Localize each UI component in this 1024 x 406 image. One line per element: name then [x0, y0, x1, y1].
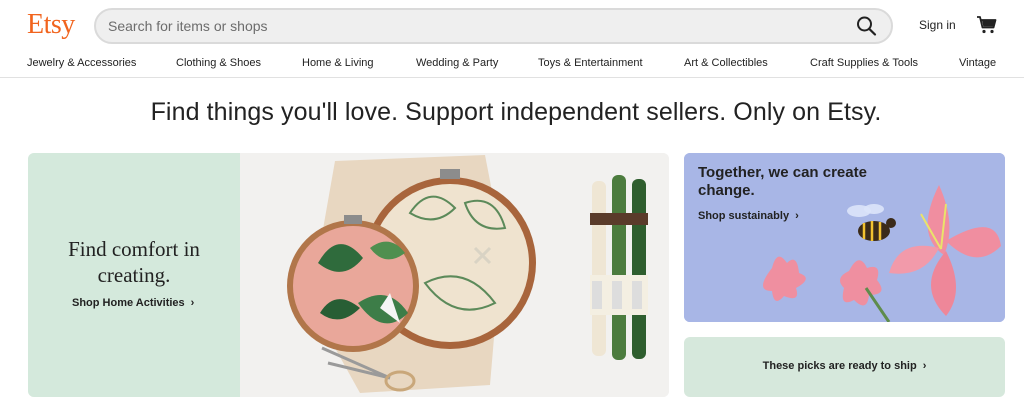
hero-card-text-panel: Find comfort in creating. Shop Home Acti… [28, 153, 240, 397]
search-input[interactable] [108, 10, 828, 42]
cart-icon[interactable] [976, 14, 998, 36]
nav-item-home-living[interactable]: Home & Living [302, 57, 374, 69]
category-nav: Jewelry & Accessories Clothing & Shoes H… [0, 50, 1024, 78]
chevron-right-icon: › [795, 210, 799, 222]
link-label: Shop sustainably [698, 210, 790, 222]
embroidery-hoops-image [240, 153, 669, 397]
shop-sustainably-link[interactable]: Shop sustainably › [698, 210, 799, 222]
link-label: These picks are ready to ship [762, 360, 917, 372]
search-bar[interactable] [94, 8, 893, 44]
hero-card-ready-to-ship[interactable]: These picks are ready to ship › [684, 337, 1005, 397]
etsy-logo[interactable]: Etsy [27, 8, 75, 42]
hero-card-title: Find comfort in creating. [68, 237, 200, 287]
hero-card-home-activities[interactable]: Find comfort in creating. Shop Home Acti… [28, 153, 669, 397]
hero-card-title: Together, we can create change. [698, 164, 867, 199]
nav-item-toys[interactable]: Toys & Entertainment [538, 57, 643, 69]
ready-to-ship-link[interactable]: These picks are ready to ship › [684, 360, 1005, 372]
link-label: Shop Home Activities [72, 297, 185, 309]
nav-item-vintage[interactable]: Vintage [959, 57, 996, 69]
nav-item-jewelry[interactable]: Jewelry & Accessories [27, 57, 136, 69]
hero-card-sustainable[interactable]: Together, we can create change. Shop sus… [684, 153, 1005, 322]
chevron-right-icon: › [190, 297, 195, 309]
search-icon[interactable] [855, 15, 879, 37]
shop-home-activities-link[interactable]: Shop Home Activities › [72, 297, 194, 309]
nav-item-craft[interactable]: Craft Supplies & Tools [810, 57, 918, 69]
sign-in-link[interactable]: Sign in [919, 18, 956, 32]
page-tagline: Find things you'll love. Support indepen… [150, 98, 882, 126]
site-header: Etsy Sign in [0, 0, 1024, 50]
chevron-right-icon: › [922, 360, 927, 372]
nav-item-wedding[interactable]: Wedding & Party [416, 57, 498, 69]
nav-item-art[interactable]: Art & Collectibles [684, 57, 768, 69]
nav-item-clothing[interactable]: Clothing & Shoes [176, 57, 261, 69]
